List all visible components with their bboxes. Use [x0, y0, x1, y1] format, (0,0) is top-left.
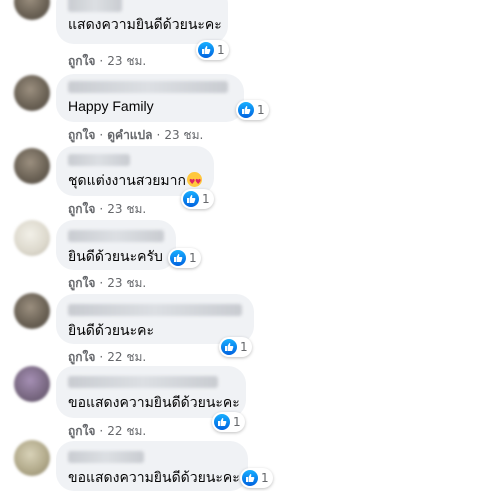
avatar[interactable]	[14, 293, 50, 329]
comment-text: แสดงความยินดีด้วยนะคะ	[68, 17, 222, 33]
timestamp[interactable]: 23 ชม.	[107, 202, 146, 216]
reaction-count[interactable]: 1	[196, 40, 229, 60]
heart-eyes-emoji	[187, 172, 202, 191]
like-link[interactable]: ถูกใจ	[68, 276, 95, 290]
comment-actions: ถูกใจ · 22 ชม.	[68, 424, 147, 438]
commenter-name[interactable]	[68, 81, 228, 93]
avatar[interactable]	[14, 366, 50, 402]
reaction-count[interactable]: 1	[219, 337, 252, 357]
reaction-number: 1	[233, 415, 241, 429]
see-translation-link[interactable]: ดูคำแปล	[107, 128, 152, 142]
reaction-count[interactable]: 1	[168, 248, 201, 268]
like-icon	[183, 191, 199, 207]
comment-bubble: ยินดีด้วยนะคะ	[56, 294, 254, 344]
reaction-count[interactable]: 1	[236, 100, 269, 120]
timestamp[interactable]: 22 ชม.	[107, 424, 146, 438]
comment-text: ขอแสดงความยินดีด้วยนะคะ	[68, 470, 240, 486]
reaction-number: 1	[202, 192, 210, 206]
reaction-number: 1	[189, 251, 197, 265]
reaction-count[interactable]: 1	[212, 412, 245, 432]
comment-text: ยินดีด้วยนะครับ	[68, 249, 163, 265]
comment-actions: ถูกใจ · ดูคำแปล · 23 ชม.	[68, 128, 204, 142]
commenter-name[interactable]	[68, 154, 130, 166]
like-icon	[170, 250, 186, 266]
commenter-name[interactable]	[68, 376, 218, 388]
avatar[interactable]	[14, 440, 50, 476]
comment-bubble: แสดงความยินดีด้วยนะคะ	[56, 0, 228, 44]
like-icon	[198, 42, 214, 58]
commenter-name[interactable]	[68, 304, 242, 316]
comment-text: ขอแสดงความยินดีด้วยนะคะ	[68, 395, 240, 411]
commenter-name[interactable]	[68, 230, 164, 242]
like-icon	[221, 339, 237, 355]
timestamp[interactable]: 23 ชม.	[107, 54, 146, 68]
avatar[interactable]	[14, 75, 50, 111]
comment-actions: ถูกใจ · 22 ชม.	[68, 350, 147, 364]
comment-bubble: ยินดีด้วยนะครับ	[56, 220, 176, 270]
comment-text: ยินดีด้วยนะคะ	[68, 323, 154, 339]
timestamp[interactable]: 23 ชม.	[107, 276, 146, 290]
reaction-number: 1	[240, 340, 248, 354]
commenter-name[interactable]	[68, 451, 144, 463]
comment-text: Happy Family	[68, 98, 154, 114]
avatar[interactable]	[14, 0, 50, 20]
reaction-number: 1	[257, 103, 265, 117]
reaction-number: 1	[261, 471, 269, 485]
comment-text: ชุดแต่งงานสวยมาก	[68, 172, 202, 191]
comment-bubble: Happy Family	[56, 74, 244, 122]
comment-actions: ถูกใจ · 23 ชม.	[68, 276, 147, 290]
commenter-name[interactable]	[68, 0, 122, 12]
timestamp[interactable]: 23 ชม.	[164, 128, 203, 142]
like-link[interactable]: ถูกใจ	[68, 350, 95, 364]
comment-actions: ถูกใจ · 23 ชม.	[68, 54, 147, 68]
timestamp[interactable]: 22 ชม.	[107, 350, 146, 364]
like-link[interactable]: ถูกใจ	[68, 202, 95, 216]
reaction-number: 1	[217, 43, 225, 57]
reaction-count[interactable]: 1	[181, 189, 214, 209]
like-icon	[238, 102, 254, 118]
reaction-count[interactable]: 1	[240, 468, 273, 488]
comment-bubble: ขอแสดงความยินดีด้วยนะคะ	[56, 366, 246, 418]
like-link[interactable]: ถูกใจ	[68, 424, 95, 438]
like-icon	[214, 414, 230, 430]
like-link[interactable]: ถูกใจ	[68, 54, 95, 68]
comment-actions: ถูกใจ · 23 ชม.	[68, 202, 147, 216]
avatar[interactable]	[14, 220, 50, 256]
avatar[interactable]	[14, 148, 50, 184]
like-link[interactable]: ถูกใจ	[68, 128, 95, 142]
